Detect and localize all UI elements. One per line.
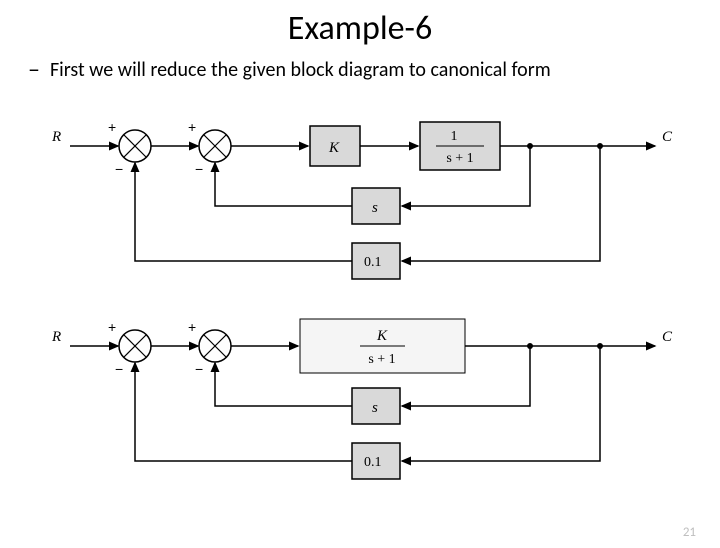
page-number: 21 xyxy=(683,525,696,540)
diagram1-output-label: C xyxy=(662,129,673,145)
diagram1-input-label: R xyxy=(51,129,61,145)
bullet-text: First we will reduce the given block dia… xyxy=(50,58,551,82)
sum2-plus: + xyxy=(188,119,196,135)
block-h1-label: s xyxy=(372,400,378,416)
block-diagram-1: R + − + − K 1 s + 1 C s 0.1 xyxy=(30,96,690,296)
sum2-minus: − xyxy=(195,361,203,377)
block-tf-num: 1 xyxy=(451,129,458,144)
block-h2-label: 0.1 xyxy=(364,455,382,470)
sum1-plus: + xyxy=(108,319,116,335)
block-diagram-2: R + − + − K s + 1 C s 0.1 xyxy=(30,296,690,496)
bullet-row: – First we will reduce the given block d… xyxy=(28,55,720,84)
block-h2-label: 0.1 xyxy=(364,255,382,270)
block-h1-label: s xyxy=(372,200,378,216)
page-title: Example-6 xyxy=(0,8,720,49)
sum2-plus: + xyxy=(188,319,196,335)
block-k-label: K xyxy=(328,140,340,156)
sum1-plus: + xyxy=(108,119,116,135)
block-combined-den: s + 1 xyxy=(368,352,395,367)
block-tf-den: s + 1 xyxy=(446,151,473,166)
diagram2-output-label: C xyxy=(662,329,673,345)
sum2-minus: − xyxy=(195,161,203,177)
sum1-minus: − xyxy=(115,361,123,377)
block-combined-num: K xyxy=(376,328,388,344)
bullet-dash-icon: – xyxy=(28,55,40,84)
sum1-minus: − xyxy=(115,161,123,177)
diagram2-input-label: R xyxy=(51,329,61,345)
